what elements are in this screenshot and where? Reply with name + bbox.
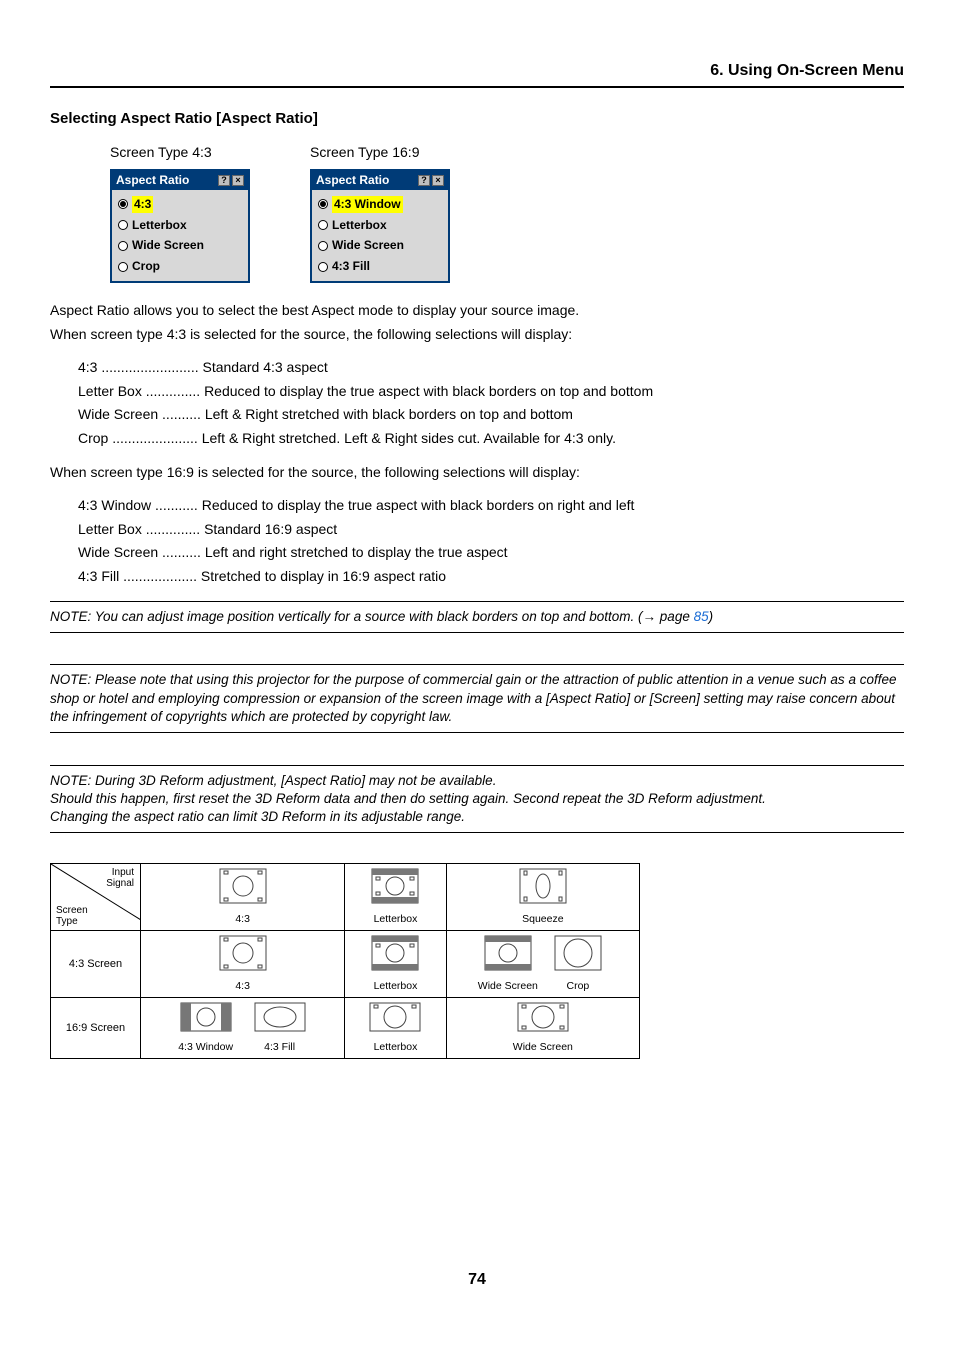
- intro-169: When screen type 16:9 is selected for th…: [50, 463, 904, 483]
- osd-screenshots: Screen Type 4:3 Aspect Ratio ? × 4:3 Let…: [110, 143, 904, 283]
- table-header: 4:3: [141, 864, 345, 931]
- note-3: NOTE: During 3D Reform adjustment, [Aspe…: [50, 772, 904, 827]
- page-number: 74: [50, 1269, 904, 1291]
- signal-squeeze-icon: [519, 868, 567, 909]
- osd-window-43: Aspect Ratio ? × 4:3 Letterbox Wide Scre…: [110, 169, 250, 283]
- osd-title: Aspect Ratio: [316, 172, 389, 189]
- radio-icon: [118, 241, 128, 251]
- radio-icon: [118, 199, 128, 209]
- intro-p1: Aspect Ratio allows you to select the be…: [50, 301, 904, 321]
- close-icon: ×: [232, 175, 244, 186]
- section-heading: Selecting Aspect Ratio [Aspect Ratio]: [50, 108, 904, 129]
- chapter-header: 6. Using On-Screen Menu: [50, 60, 904, 88]
- table-cell: Wide Screen Crop: [446, 931, 639, 998]
- osd-option: Letterbox: [132, 217, 187, 234]
- table-cell: 4:3: [141, 931, 345, 998]
- radio-icon: [318, 199, 328, 209]
- help-icon: ?: [418, 175, 430, 186]
- table-cell: Wide Screen: [446, 998, 639, 1059]
- definitions-43: 4:3 ......................... Standard 4…: [78, 358, 904, 448]
- screenshot-label-43: Screen Type 4:3: [110, 143, 250, 163]
- osd-option: Wide Screen: [332, 237, 404, 254]
- radio-icon: [118, 220, 128, 230]
- definitions-169: 4:3 Window ........... Reduced to displa…: [78, 496, 904, 586]
- table-header: Letterbox: [345, 864, 446, 931]
- radio-icon: [318, 262, 328, 272]
- osd-option: Crop: [132, 258, 160, 275]
- row-label-43screen: 4:3 Screen: [51, 931, 141, 998]
- radio-icon: [118, 262, 128, 272]
- osd-option: 4:3 Fill: [332, 258, 370, 275]
- osd-window-169: Aspect Ratio ? × 4:3 Window Letterbox Wi…: [310, 169, 450, 283]
- help-icon: ?: [218, 175, 230, 186]
- osd-title: Aspect Ratio: [116, 172, 189, 189]
- table-diagonal-header: Input Signal Screen Type: [51, 864, 141, 931]
- screenshot-label-169: Screen Type 16:9: [310, 143, 450, 163]
- note-1: NOTE: You can adjust image position vert…: [50, 608, 904, 626]
- osd-option: Letterbox: [332, 217, 387, 234]
- page-link[interactable]: 85: [694, 609, 709, 624]
- signal-43-icon: [219, 868, 267, 909]
- radio-icon: [318, 220, 328, 230]
- table-cell: 4:3 Window 4:3 Fill: [141, 998, 345, 1059]
- row-label-169screen: 16:9 Screen: [51, 998, 141, 1059]
- osd-option: Wide Screen: [132, 237, 204, 254]
- osd-option: 4:3: [132, 196, 153, 213]
- table-cell: Letterbox: [345, 931, 446, 998]
- table-cell: Letterbox: [345, 998, 446, 1059]
- radio-icon: [318, 241, 328, 251]
- close-icon: ×: [432, 175, 444, 186]
- intro-p2: When screen type 4:3 is selected for the…: [50, 325, 904, 345]
- osd-option: 4:3 Window: [332, 196, 403, 213]
- aspect-table: Input Signal Screen Type 4:3 Letterbox: [50, 863, 640, 1059]
- signal-letterbox-icon: [371, 868, 419, 909]
- note-2: NOTE: Please note that using this projec…: [50, 671, 904, 726]
- table-header: Squeeze: [446, 864, 639, 931]
